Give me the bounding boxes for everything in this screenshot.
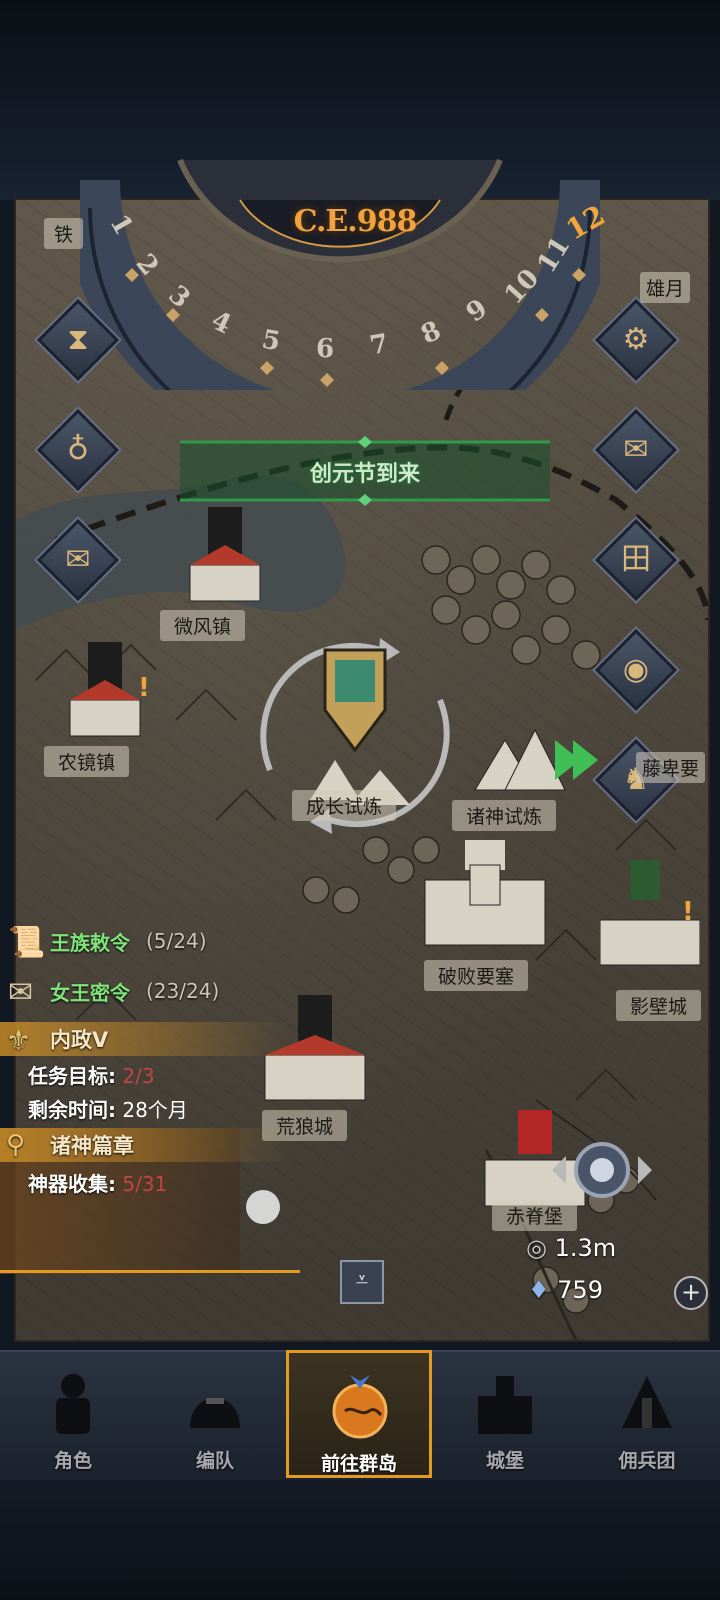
location-top-left-city[interactable]: 铁 (44, 218, 84, 249)
time-value: 28个月 (122, 1098, 188, 1122)
nav-formation[interactable]: 编队 (144, 1350, 286, 1478)
quest-domestic-time: 剩余时间: 28个月 (28, 1094, 188, 1123)
location-ruined-fortress[interactable]: 破败要塞 (424, 960, 529, 991)
quest-badge-icon: ⚜ (6, 1024, 32, 1057)
mercenary-icon (622, 1376, 672, 1428)
settings-button[interactable]: ⚙ (594, 298, 678, 382)
month-marker-6: 6 (316, 334, 335, 364)
magnifier-icon: ⚲ (6, 1130, 26, 1160)
event-banner-text: 创元节到来 (309, 462, 420, 487)
castle-icon (478, 1376, 532, 1434)
nav-mercenary-label: 佣兵团 (618, 1450, 676, 1472)
nav-islands-label: 前往群岛 (320, 1453, 397, 1475)
nav-castle[interactable]: 城堡 (434, 1350, 576, 1478)
plus-icon: + (680, 1278, 702, 1306)
bottom-frame (0, 1470, 720, 1600)
silver-coin-icon: ◎ (526, 1234, 547, 1262)
location-top-right-city[interactable]: 雄月 (640, 272, 691, 303)
coin-icon: ◉ (622, 652, 650, 687)
hourglass-icon: ⧗ (67, 322, 89, 357)
quest-domestic-header[interactable]: ⚜ 内政V (0, 1022, 290, 1057)
crystal-resource: ♦ 759 (528, 1276, 603, 1304)
nav-character-label: 角色 (53, 1450, 92, 1472)
grid-icon: 田 (621, 542, 651, 577)
money-bag-icon: ♁ (67, 432, 89, 467)
quest-royal-title: 王族敕令 (50, 931, 130, 955)
coin-button[interactable]: ◉ (594, 628, 678, 712)
gods-trial-icon[interactable] (465, 720, 605, 800)
goal-label: 任务目标: (28, 1064, 116, 1088)
time-label: 剩余时间: (28, 1098, 116, 1122)
hourglass-button[interactable]: ⧗ (36, 298, 120, 382)
quest-queen-title: 女王密令 (50, 981, 130, 1005)
quest-gods-header[interactable]: ⚲ 诸神篇章 (0, 1128, 290, 1162)
location-breeze-town[interactable]: 微风镇 (160, 610, 246, 641)
quest-domestic-title: 内政V (50, 1028, 109, 1052)
nav-mercenary[interactable]: 佣兵团 (576, 1350, 718, 1478)
chevron-down-icon: ⩡ (355, 1268, 369, 1293)
nav-formation-label: 编队 (195, 1450, 234, 1472)
svg-text:!: ! (138, 673, 150, 703)
islands-globe-icon (332, 1375, 388, 1439)
quest-gods-title: 诸神篇章 (50, 1134, 134, 1158)
gods-chapter-progress-line (0, 1270, 300, 1273)
svg-text:!: ! (682, 897, 694, 927)
location-gods-trial[interactable]: 诸神试炼 (452, 800, 557, 831)
envelope-icon: ✉ (623, 432, 649, 467)
collect-label: 神器收集: (28, 1172, 116, 1196)
collect-value: 5/31 (122, 1172, 168, 1196)
gear-icon: ⚙ (622, 322, 650, 357)
scroll-button[interactable]: ✉ (36, 518, 120, 602)
quest-queen-progress: (23/24) (146, 979, 220, 1003)
crystal-icon: ♦ (528, 1276, 550, 1304)
bag-button[interactable]: ♁ (36, 408, 120, 492)
location-growth-trial[interactable]: 成长试炼 (292, 790, 397, 821)
grid-menu-button[interactable]: 田 (594, 518, 678, 602)
helmet-icon (190, 1398, 240, 1428)
map-center-button[interactable] (552, 1132, 652, 1208)
floating-touch-dot[interactable] (246, 1190, 280, 1224)
farm-town-icon[interactable]: ! (60, 640, 150, 740)
letter-icon: ✉ (8, 975, 34, 1010)
ruined-fortress-icon[interactable] (420, 840, 550, 950)
nav-character[interactable]: 角色 (2, 1350, 144, 1478)
location-farm-town[interactable]: 农镜镇 (44, 746, 130, 777)
collapse-button[interactable]: ⩡ (340, 1260, 384, 1304)
scroll-icon: ✉ (65, 542, 91, 577)
breeze-town-icon[interactable] (180, 505, 270, 605)
add-crystal-button[interactable]: + (674, 1276, 708, 1310)
quest-domestic-goal: 任务目标: 2/3 (28, 1060, 155, 1089)
location-right-edge-city[interactable]: 藤卑要 (636, 752, 706, 783)
quest-gods-collect: 神器收集: 5/31 (28, 1168, 167, 1197)
quest-royal-progress: (5/24) (146, 929, 207, 953)
goal-value: 2/3 (122, 1064, 155, 1088)
nav-islands[interactable]: 前往群岛 (286, 1350, 432, 1478)
crystal-amount: 759 (557, 1276, 603, 1304)
knight-icon (56, 1374, 90, 1434)
location-shadow-city[interactable]: 影壁城 (616, 990, 702, 1021)
silver-resource: ◎ 1.3m (526, 1234, 616, 1262)
nav-castle-label: 城堡 (485, 1450, 524, 1472)
scroll-icon: 📜 (8, 925, 46, 960)
mail-button[interactable]: ✉ (594, 408, 678, 492)
era-year: C.E.988 (293, 204, 418, 239)
silver-amount: 1.3m (554, 1234, 617, 1262)
shadow-city-icon[interactable]: ! (600, 860, 700, 970)
